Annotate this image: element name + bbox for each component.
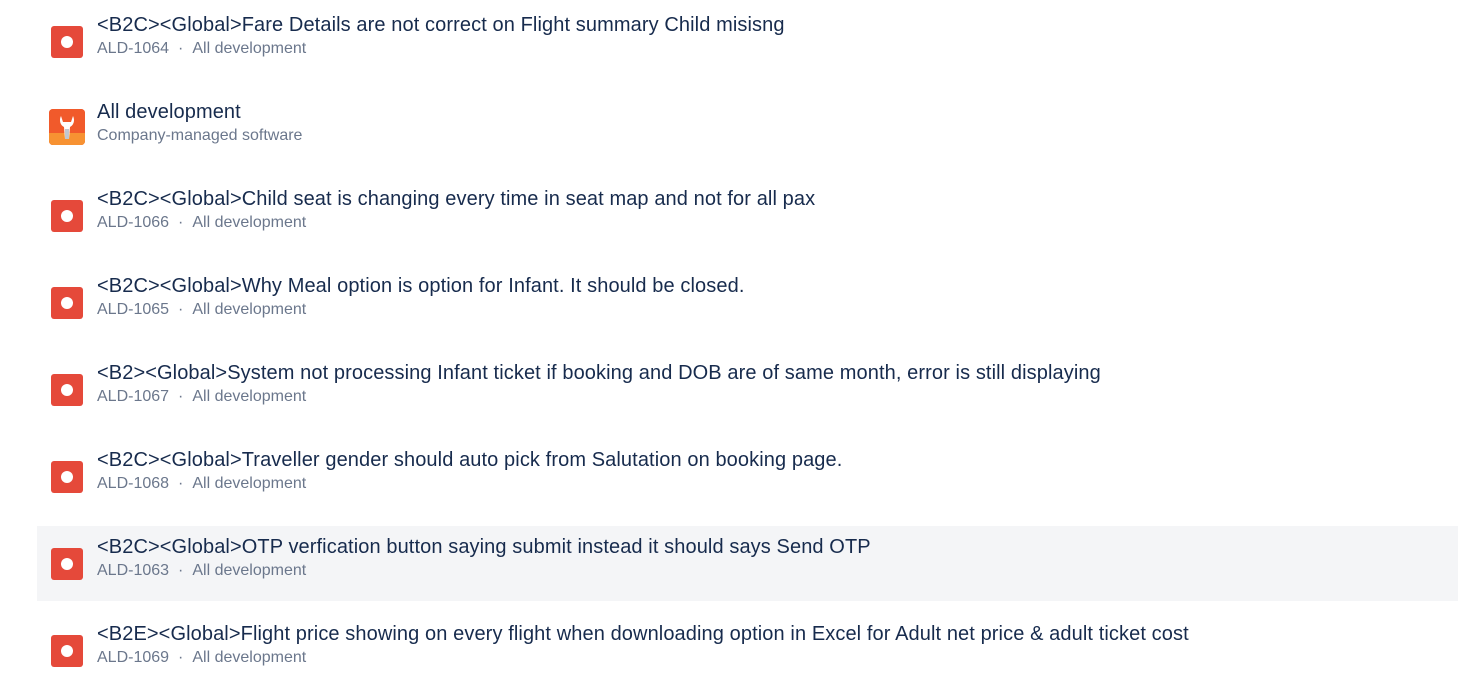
bug-icon: [51, 200, 83, 232]
result-item-ald-1069[interactable]: <B2E><Global>Flight price showing on eve…: [37, 613, 1458, 679]
bug-icon: [51, 287, 83, 319]
project-name: All development: [192, 475, 307, 492]
project-name: All development: [192, 562, 307, 579]
result-item-ald-1064[interactable]: <B2C><Global>Fare Details are not correc…: [37, 4, 1458, 79]
result-meta: ALD-1069 · All development: [97, 648, 1189, 668]
result-meta: ALD-1063 · All development: [97, 561, 871, 581]
search-results-list: <B2C><Global>Fare Details are not correc…: [0, 0, 1458, 679]
result-title: <B2C><Global>Fare Details are not correc…: [97, 14, 785, 36]
result-item-ald-1065[interactable]: <B2C><Global>Why Meal option is option f…: [37, 265, 1458, 340]
issue-key: ALD-1066: [97, 214, 170, 231]
meta-separator: ·: [178, 475, 184, 492]
result-meta: ALD-1065 · All development: [97, 300, 744, 320]
result-item-ald-1063[interactable]: <B2C><Global>OTP verfication button sayi…: [37, 526, 1458, 601]
bug-icon: [51, 548, 83, 580]
project-title: All development: [97, 101, 241, 123]
result-item-ald-1068[interactable]: <B2C><Global>Traveller gender should aut…: [37, 439, 1458, 514]
wrench-icon: [49, 109, 85, 145]
project-name: All development: [192, 388, 307, 405]
result-title: <B2C><Global>OTP verfication button sayi…: [97, 536, 871, 558]
result-item-ald-1067[interactable]: <B2><Global>System not processing Infant…: [37, 352, 1458, 427]
meta-separator: ·: [178, 562, 184, 579]
project-name: All development: [192, 40, 307, 57]
meta-separator: ·: [178, 301, 184, 318]
bug-icon: [51, 461, 83, 493]
meta-separator: ·: [178, 388, 184, 405]
meta-separator: ·: [178, 214, 184, 231]
project-type: Company-managed software: [97, 127, 303, 144]
project-name: All development: [192, 214, 307, 231]
result-meta: ALD-1064 · All development: [97, 39, 785, 59]
bug-icon: [51, 26, 83, 58]
result-project-all-development[interactable]: All development Company-managed software: [37, 91, 1458, 166]
bug-icon: [51, 635, 83, 667]
issue-key: ALD-1067: [97, 388, 170, 405]
meta-separator: ·: [178, 649, 184, 666]
project-name: All development: [192, 301, 307, 318]
issue-key: ALD-1068: [97, 475, 170, 492]
result-meta: ALD-1066 · All development: [97, 213, 815, 233]
result-title: <B2C><Global>Traveller gender should aut…: [97, 449, 843, 471]
project-name: All development: [192, 649, 307, 666]
bug-icon: [51, 374, 83, 406]
issue-key: ALD-1063: [97, 562, 170, 579]
result-title: <B2E><Global>Flight price showing on eve…: [97, 623, 1189, 645]
result-title: <B2C><Global>Why Meal option is option f…: [97, 275, 745, 297]
issue-key: ALD-1065: [97, 301, 170, 318]
issue-key: ALD-1064: [97, 40, 170, 57]
result-meta: ALD-1068 · All development: [97, 474, 842, 494]
result-item-ald-1066[interactable]: <B2C><Global>Child seat is changing ever…: [37, 178, 1458, 253]
result-title: <B2C><Global>Child seat is changing ever…: [97, 188, 816, 210]
meta-separator: ·: [178, 40, 184, 57]
issue-key: ALD-1069: [97, 649, 170, 666]
result-meta: ALD-1067 · All development: [97, 387, 1101, 407]
result-title: <B2><Global>System not processing Infant…: [97, 362, 1101, 384]
